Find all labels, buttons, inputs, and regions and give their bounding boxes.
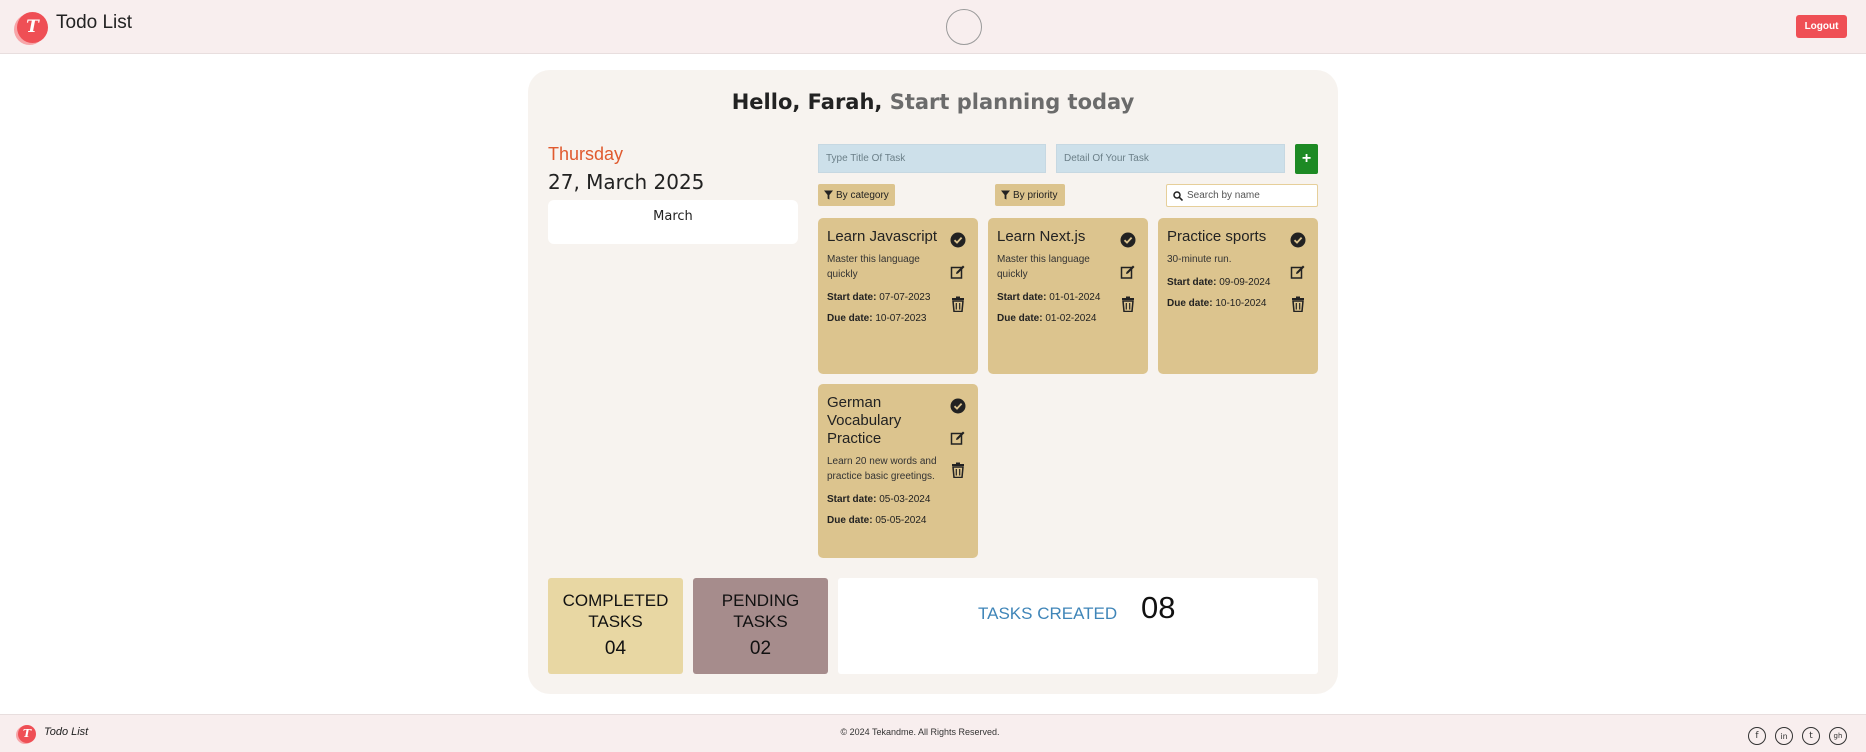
complete-check-icon[interactable] xyxy=(950,398,966,414)
greeting-heading: Hello, Farah, Start planning today xyxy=(528,90,1338,114)
task-start-date: Start date: 01-01-2024 xyxy=(997,292,1101,303)
task-title: Learn Javascript xyxy=(827,228,938,245)
task-due-date: Due date: 05-05-2024 xyxy=(827,515,927,526)
copyright-text: © 2024 Tekandme. All Rights Reserved. xyxy=(840,727,1000,737)
task-due-date: Due date: 10-07-2023 xyxy=(827,313,927,324)
pending-tasks-stat: PENDING TASKS 02 xyxy=(693,578,828,674)
tasks-created-stat: TASKS CREATED 08 xyxy=(838,578,1318,674)
greeting-subtitle: Start planning today xyxy=(889,90,1135,114)
twitter-icon[interactable]: t xyxy=(1802,727,1820,745)
filter-by-category-label: By category xyxy=(836,189,889,201)
delete-trash-icon[interactable] xyxy=(950,462,966,479)
task-title-input[interactable] xyxy=(818,144,1046,173)
delete-trash-icon[interactable] xyxy=(1290,296,1306,313)
completed-tasks-label: COMPLETED TASKS xyxy=(562,591,669,631)
edit-icon[interactable] xyxy=(950,430,966,446)
app-logo[interactable]: T xyxy=(17,12,48,43)
search-icon xyxy=(1173,190,1183,201)
logout-button[interactable]: Logout xyxy=(1796,15,1847,38)
task-description: Master this language quickly xyxy=(827,254,920,280)
task-start-date: Start date: 07-07-2023 xyxy=(827,292,931,303)
task-card[interactable]: Learn Javascript Master this language qu… xyxy=(818,218,978,374)
complete-check-icon[interactable] xyxy=(1290,232,1306,248)
task-card[interactable]: Learn Next.js Master this language quick… xyxy=(988,218,1148,374)
filter-by-priority-button[interactable]: By priority xyxy=(995,184,1065,206)
pending-tasks-count: 02 xyxy=(749,638,772,659)
completed-tasks-stat: COMPLETED TASKS 04 xyxy=(548,578,683,674)
github-icon[interactable]: gh xyxy=(1829,727,1847,745)
filter-icon xyxy=(1001,190,1010,200)
task-card[interactable]: German Vocabulary Practice Learn 20 new … xyxy=(818,384,978,558)
filter-by-priority-label: By priority xyxy=(1013,189,1058,201)
task-start-date: Start date: 05-03-2024 xyxy=(827,494,931,505)
current-date: 27, March 2025 xyxy=(548,170,705,194)
current-day-name: Thursday xyxy=(548,144,624,164)
task-card[interactable]: Practice sports 30-minute run. Start dat… xyxy=(1158,218,1318,374)
facebook-icon[interactable]: f xyxy=(1748,727,1766,745)
complete-check-icon[interactable] xyxy=(1120,232,1136,248)
greeting-hello: Hello, Farah, xyxy=(731,90,883,114)
search-input[interactable] xyxy=(1187,190,1307,201)
avatar[interactable] xyxy=(946,9,982,45)
task-description: 30-minute run. xyxy=(1167,254,1232,265)
task-due-date: Due date: 01-02-2024 xyxy=(997,313,1097,324)
task-title: German Vocabulary Practice xyxy=(827,394,902,447)
task-title: Practice sports xyxy=(1167,228,1267,245)
task-detail-input[interactable] xyxy=(1056,144,1285,173)
task-start-date: Start date: 09-09-2024 xyxy=(1167,277,1271,288)
tasks-created-count: 08 xyxy=(1141,590,1176,625)
calendar-month-label: March xyxy=(653,209,693,224)
main-panel: Hello, Farah, Start planning today Thurs… xyxy=(528,70,1338,694)
pending-tasks-label: PENDING TASKS xyxy=(721,591,800,631)
edit-icon[interactable] xyxy=(1120,264,1136,280)
top-navbar: T Todo List Logout xyxy=(0,0,1866,54)
complete-check-icon[interactable] xyxy=(950,232,966,248)
filter-by-category-button[interactable]: By category xyxy=(818,184,895,206)
app-title[interactable]: Todo List xyxy=(56,12,132,34)
edit-icon[interactable] xyxy=(950,264,966,280)
add-task-button[interactable]: + xyxy=(1295,144,1318,174)
completed-tasks-count: 04 xyxy=(604,638,627,659)
task-description: Master this language quickly xyxy=(997,254,1090,280)
edit-icon[interactable] xyxy=(1290,264,1306,280)
delete-trash-icon[interactable] xyxy=(1120,296,1136,313)
task-due-date: Due date: 10-10-2024 xyxy=(1167,298,1267,309)
calendar-widget[interactable]: March xyxy=(548,200,798,244)
search-box[interactable] xyxy=(1166,184,1318,207)
linkedin-icon[interactable]: in xyxy=(1775,727,1793,745)
filter-icon xyxy=(824,190,833,200)
task-description: Learn 20 new words and practice basic gr… xyxy=(827,456,937,482)
footer: T Todo List © 2024 Tekandme. All Rights … xyxy=(0,714,1866,752)
tasks-created-label: TASKS CREATED xyxy=(978,604,1118,623)
task-title: Learn Next.js xyxy=(997,228,1086,245)
delete-trash-icon[interactable] xyxy=(950,296,966,313)
